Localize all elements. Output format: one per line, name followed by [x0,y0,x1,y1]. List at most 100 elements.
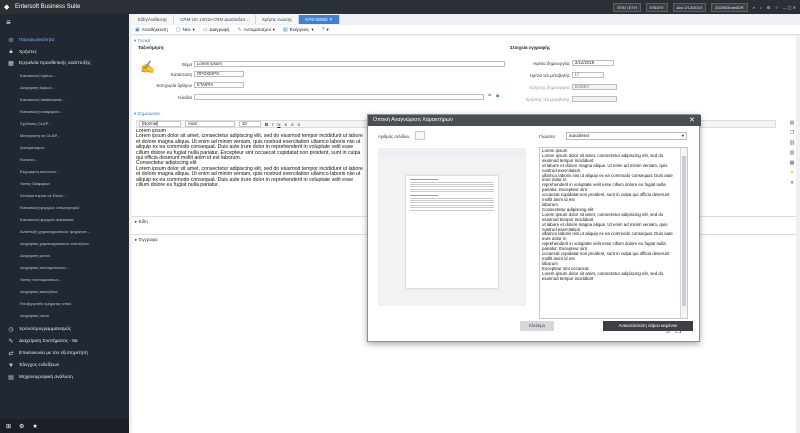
general-section-header[interactable]: ▾ Γενικά [134,38,150,44]
new-doc-icon: ▢ [175,26,181,33]
sidebar-subitem[interactable]: Επαξεργασία τμήματος υπού [20,299,125,308]
sidebar-item-dev-tools[interactable]: ▦ Εργαλεία προσθετικής ανάπτυξης [0,58,129,69]
style-select[interactable]: [Normal] [139,121,181,127]
document-tabs: Είδη/Ανάθεσης CRM-UC-10016-CRM Διασύνδεσ… [132,15,800,24]
bold-icon[interactable]: B [265,122,268,127]
delete-button[interactable]: ▭ Διαγραφή [203,27,230,33]
keywords-field[interactable] [194,94,484,100]
save-button[interactable]: ▣ Αποθήκευση [135,27,168,33]
help-button[interactable]: ? ▾ [322,27,329,33]
sidebar-subitem[interactable]: Κατασκευή φορμών υπολογισμού [20,203,125,212]
window-controls[interactable]: — ▢ ✕ [783,5,796,10]
sidebar-item-productivity[interactable]: ⚙ Παραγωγικότητα [0,35,129,46]
user-selector[interactable]: ESDEV [645,2,668,12]
chevron-down-icon[interactable]: ▾ [791,180,794,186]
help-icon[interactable]: ? [775,5,777,10]
period-selector[interactable]: 2020Β/AntellDR [711,2,748,12]
sidebar-item-server-comm[interactable]: ⇄ Επικοινωνία με τον εξυπηρετητή [0,348,129,359]
sidebar-subitem[interactable]: Κατασκευή αναφορών... [20,107,125,116]
pages-field[interactable] [415,131,425,140]
link-icon[interactable]: ⛓ [789,140,795,146]
sidebar-subitem[interactable]: Μετατροπή σε OLAP... [20,131,125,140]
tab-items[interactable]: Είδη/Ανάθεσης [132,15,175,24]
save-icon: ▣ [135,26,140,33]
sidebar-item-label: Χρονοπρογραμματισμός [19,327,72,332]
sidebar-subitem[interactable]: Κατασκευή dashboards... [20,95,125,104]
search-icon[interactable]: ⌕ [753,5,755,10]
article-category-select[interactable]: ΕΤΑΙΡΙΑ [194,82,244,88]
font-size-select[interactable]: 10 [239,121,261,127]
sidebar-subitem[interactable]: Κατασκευή όψεων... [20,71,125,80]
scanned-page [406,176,498,288]
font-select[interactable]: Arial [185,121,235,127]
created-date-field[interactable]: 2/12/2019 [572,60,614,66]
sidebar-subitem[interactable]: Διαχείριση εκκινήδων [20,287,125,296]
company-selector[interactable]: ESN | ETH [613,2,641,12]
status-select[interactable]: ΠΡΟΧΕΙΡΟ [194,71,244,77]
underline-icon[interactable]: U [277,122,280,127]
sidebar-subitem[interactable]: Λίστες διάφορων [20,179,125,188]
lock-icon[interactable]: 🔒︎ [496,93,499,100]
bell-icon[interactable]: ♪ [760,5,762,10]
copy-icon[interactable]: ❐ [790,130,794,136]
notes-section-header[interactable]: ▾ Σημειώσεις [134,111,160,117]
subject-field[interactable]: Lorem ipsum [194,61,505,67]
notes-editor[interactable]: Lorem ipsum Lorem ipsum dolor sit amet, … [136,129,366,209]
sidebar-subitem[interactable]: Διαχείριση χαρακτηριστικών οντοτήτων [20,239,125,248]
automations-button[interactable]: ✎ Αυτοματισμοί ▾ [237,27,275,33]
sidebar-subitem[interactable]: Κανόνες... [20,155,125,164]
close-icon[interactable]: ✕ [329,17,333,22]
tab-crm[interactable]: CRM-UC-10016-CRM Διασύνδεσ... [174,15,256,24]
tab-user-unions[interactable]: Χρήστε ενώσης [255,15,300,24]
table-icon[interactable]: ▦ [790,160,795,166]
replace-text-button[interactable]: Αντικατάσταση νέψου κειμένου [603,321,693,331]
toolbar: ▣ Αποθήκευση ▢ Νέο ▾ ▭ Διαγραφή ✎ Αυτοματισμο… [132,25,800,35]
align-center-icon[interactable]: ≡ [291,122,294,127]
settings-icon[interactable]: ⚙ [19,423,24,430]
actions-button[interactable]: ▤ Ενέργειες ▾ [283,27,314,33]
sidebar-item-scheduling[interactable]: ◷ Χρονοπρογραμματισμός [0,324,129,335]
sidebar: ≡ ⚙ Παραγωγικότητα 🔒︎ Χρήστες ▦ Εργαλεία… [0,14,129,433]
sidebar-item-analysis[interactable]: ▤ Μηχανογραφική ανάλυση [0,372,129,383]
delete-icon: ▭ [202,26,208,33]
date-display[interactable]: Δευ 2/12/2019 [672,2,707,12]
italic-icon[interactable]: I [272,122,273,127]
right-icon-rail: ▤ ❐ ⛓ ▨ ▦ ✦ ▾ [786,120,798,210]
sidebar-subitem[interactable]: Εκχώρηση κανόνων... [20,167,125,176]
bulb-icon[interactable]: ✦ [790,170,794,176]
sidebar-subitem[interactable]: Αυτοματισμοί... [20,143,125,152]
creator-field: ESDEV [572,84,617,90]
clipboard-icon[interactable]: ▤ [790,120,795,126]
close-button[interactable]: Κλείσιμο [520,321,554,331]
star-icon[interactable]: ★ [32,423,37,430]
sidebar-item-users[interactable]: 🔒︎ Χρήστες [0,47,129,58]
sidebar-item-system-admin[interactable]: ✎ Διαχείριση Συστήματος - 8a [0,336,129,347]
settings-icon[interactable]: ⚙ [767,5,771,10]
sidebar-subitem[interactable]: Κατασκευή φορμών advanced [20,215,125,224]
scrollbar[interactable] [680,148,687,318]
sidebar-item-indications[interactable]: ▼ Έλεγχος ενδείξεων [0,360,129,371]
align-right-icon[interactable]: ≡ [297,122,300,127]
tab-kps[interactable]: KPS-00002 ✕ [299,15,340,24]
status-label: Κατάσταση [170,72,192,77]
modified-date-field[interactable]: / / [572,72,604,78]
sidebar-subitem[interactable]: Σενάρια export σε Excel... [20,191,125,200]
tag-icon[interactable]: ⌗ [488,93,491,100]
chevron-down-icon: ▾ [326,26,329,32]
new-button[interactable]: ▢ Νέο ▾ [176,27,195,33]
org-chart-icon[interactable]: ⊞ [6,423,11,430]
sidebar-subitem[interactable]: Διαχείριση συντομεύσεων... [20,263,125,272]
sidebar-subitem[interactable]: Διαχείριση μενού [20,251,125,260]
image-icon[interactable]: ▨ [790,150,795,156]
hamburger-menu-icon[interactable]: ≡ [6,18,11,27]
sidebar-subitem[interactable]: Σχεδίαση OLAP... [20,119,125,128]
ocr-result-text[interactable]: Lorem ipsum Lorem ipsum dolor sit amet, … [539,147,688,319]
chevron-down-icon: ▾ [681,133,684,138]
close-icon[interactable]: ✕ [689,115,695,126]
sidebar-subitem[interactable]: Λίστες συντομεύσεων... [20,275,125,284]
align-left-icon[interactable]: ≡ [284,122,287,127]
sidebar-subitem[interactable]: Διαχείριση όψεων... [20,83,125,92]
sidebar-subitem[interactable]: Διαχείριση υπού [20,311,125,320]
sidebar-subitem[interactable]: Ανάπτυξη χαρακτηριστικών τμηματοπ... [20,227,125,236]
language-select[interactable]: autodetect ▾ [566,132,687,140]
